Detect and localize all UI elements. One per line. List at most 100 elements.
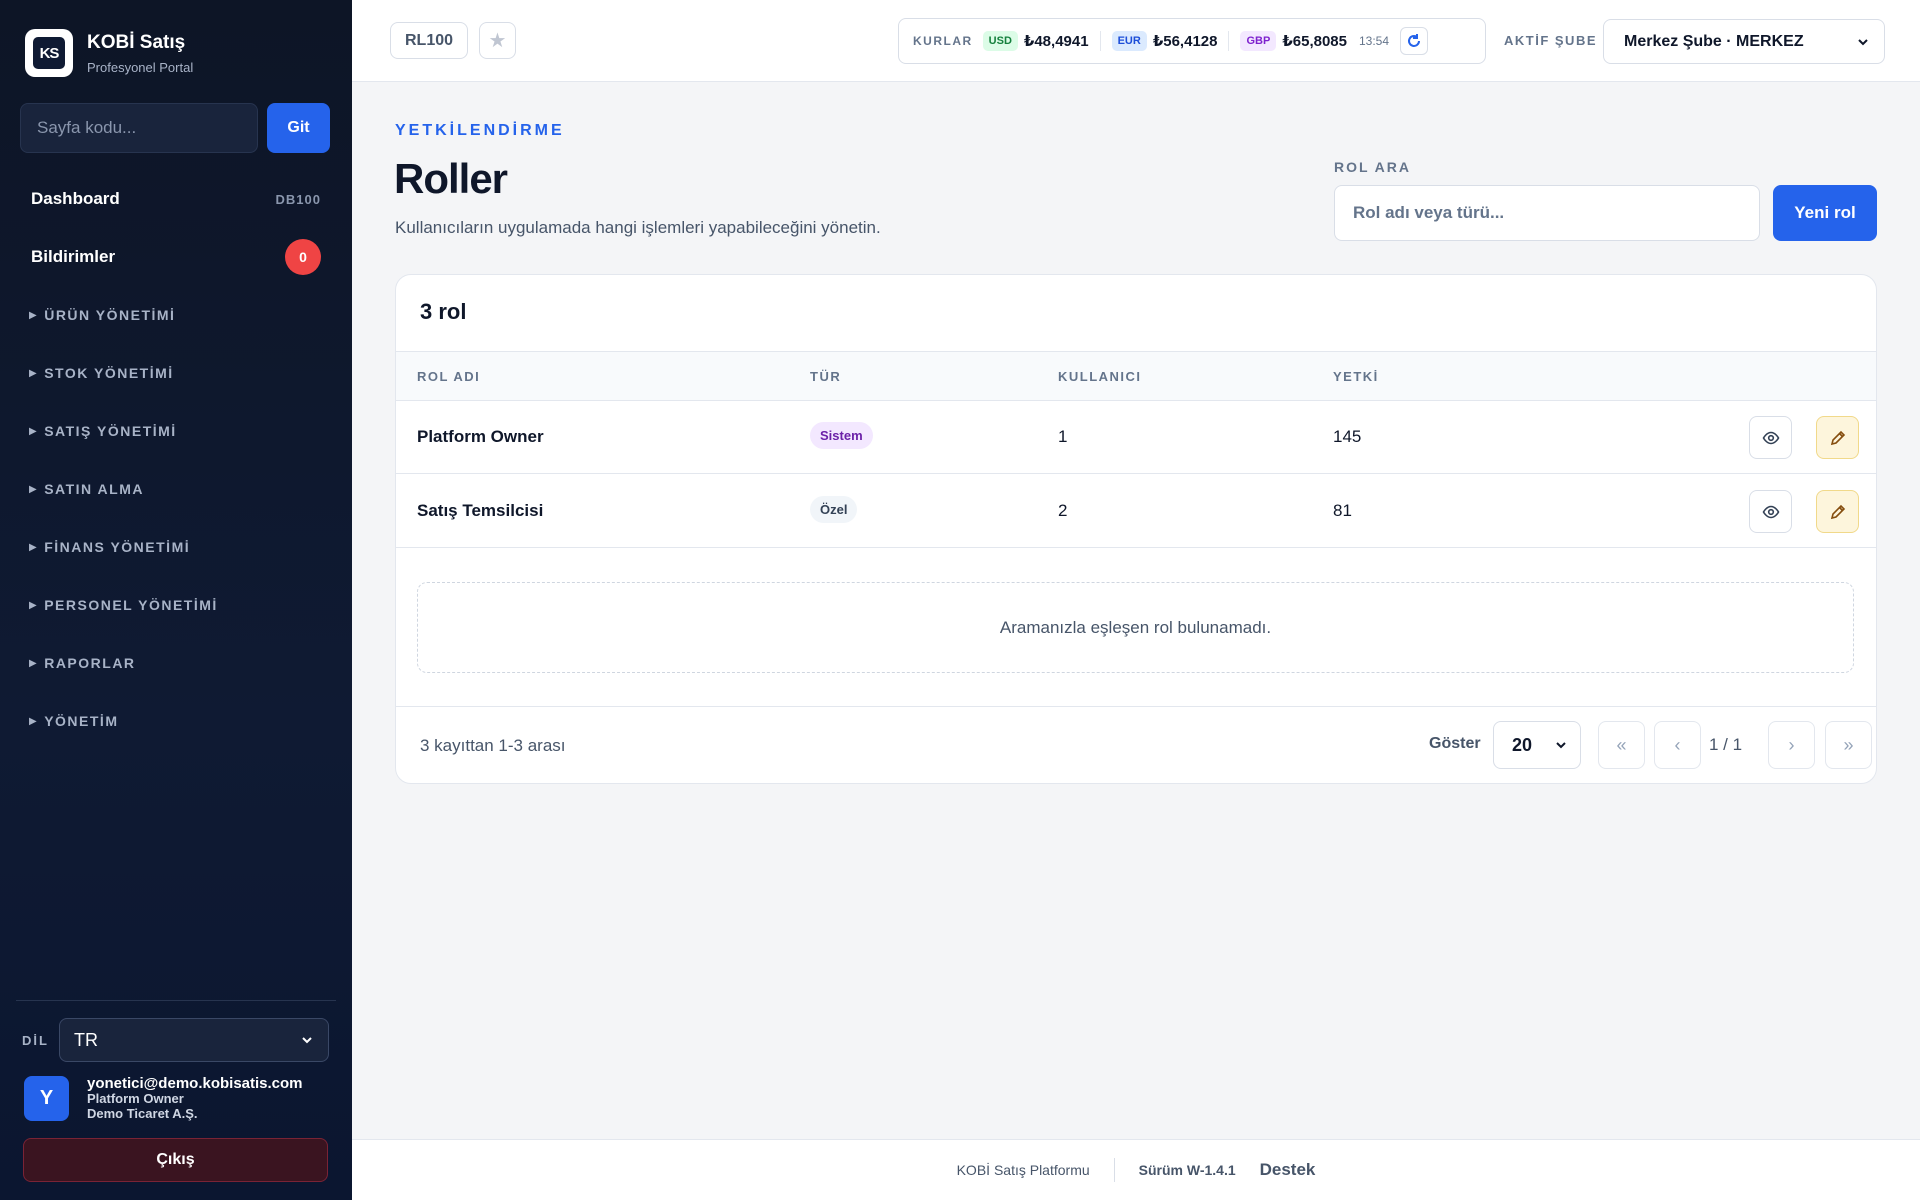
- user-role: Platform Owner: [87, 1091, 184, 1107]
- favorite-star-icon[interactable]: ★: [479, 22, 516, 59]
- sidebar-group-product[interactable]: ▶ ÜRÜN YÖNETİMİ: [16, 286, 336, 344]
- table-footer: 3 kayıttan 1-3 arası Göster 20 « ‹ 1 / 1…: [396, 706, 1876, 783]
- footer-support-link[interactable]: Destek: [1260, 1160, 1316, 1180]
- first-page-button[interactable]: «: [1598, 721, 1645, 769]
- sidebar-group-sales[interactable]: ▶ SATIŞ YÖNETİMİ: [16, 402, 336, 460]
- role-type-badge: Sistem: [810, 422, 873, 449]
- sidebar-nav: Dashboard DB100 Bildirimler 0 ▶ ÜRÜN YÖNE…: [16, 170, 336, 750]
- goto-button[interactable]: Git: [267, 103, 330, 153]
- eye-icon: [1762, 431, 1779, 444]
- record-range: 3 kayıttan 1-3 arası: [420, 736, 566, 755]
- user-company: Demo Ticaret A.Ş.: [87, 1106, 198, 1122]
- page-code-input[interactable]: [20, 103, 258, 153]
- view-button[interactable]: [1749, 490, 1792, 533]
- sidebar-group-label: ÜRÜN YÖNETİMİ: [44, 307, 176, 323]
- column-header-type[interactable]: TÜR: [810, 369, 841, 384]
- role-user-count: 2: [1058, 501, 1068, 520]
- currency-value: ₺48,4941: [1023, 33, 1089, 50]
- rate-usd: USD ₺48,4941: [982, 31, 1089, 51]
- brand-subtitle: Profesyonel Portal: [87, 59, 194, 75]
- role-permission-count: 145: [1333, 427, 1362, 446]
- avatar: Y: [24, 1076, 69, 1122]
- topbar: RL100 ★ KURLAR USD ₺48,4941 EUR ₺56,4128…: [352, 0, 1920, 82]
- user-profile[interactable]: Y yonetici@demo.kobisatis.com Platform O…: [24, 1075, 303, 1122]
- next-page-button[interactable]: ›: [1768, 721, 1815, 769]
- sidebar-group-label: SATIŞ YÖNETİMİ: [44, 423, 177, 439]
- language-select[interactable]: TR: [59, 1018, 329, 1062]
- chevron-right-icon: ›: [1788, 734, 1795, 755]
- rate-gbp: GBP ₺65,8085: [1240, 31, 1347, 51]
- role-permission-count: 81: [1333, 501, 1352, 520]
- sidebar-item-dashboard[interactable]: Dashboard DB100: [16, 170, 336, 228]
- currency-code: GBP: [1240, 31, 1277, 51]
- view-button[interactable]: [1749, 416, 1792, 459]
- sidebar-group-label: STOK YÖNETİMİ: [44, 365, 174, 381]
- footer-divider: [1113, 1158, 1115, 1182]
- role-name: Satış Temsilcisi: [417, 501, 544, 520]
- caret-right-icon: ▶: [29, 599, 39, 611]
- page-code-badge[interactable]: RL100: [390, 22, 469, 59]
- column-header-permissions[interactable]: YETKİ: [1333, 369, 1379, 384]
- caret-right-icon: ▶: [29, 309, 39, 321]
- role-search-label: ROL ARA: [1334, 159, 1411, 175]
- language-value: TR: [74, 1029, 98, 1050]
- caret-right-icon: ▶: [29, 483, 39, 495]
- user-email: yonetici@demo.kobisatis.com: [87, 1075, 303, 1092]
- rate-eur: EUR ₺56,4128: [1111, 31, 1217, 51]
- page-title: Roller: [394, 155, 508, 202]
- page-size-select[interactable]: 20: [1493, 721, 1581, 769]
- role-search-input[interactable]: [1334, 185, 1760, 241]
- brand-logo-mark: KS: [33, 37, 65, 69]
- sidebar-item-label: Dashboard: [31, 189, 120, 208]
- logout-button[interactable]: Çıkış: [23, 1138, 328, 1182]
- chevron-down-icon: [1556, 742, 1566, 749]
- role-user-count: 1: [1058, 427, 1068, 446]
- currency-code: EUR: [1111, 31, 1147, 51]
- notification-count-badge: 0: [285, 239, 321, 275]
- rate-divider: [1099, 31, 1101, 51]
- branch-value: Merkez Şube · MERKEZ: [1624, 32, 1804, 50]
- rates-timestamp: 13:54: [1359, 34, 1390, 48]
- chevron-down-icon: [302, 1037, 312, 1044]
- caret-right-icon: ▶: [29, 657, 39, 669]
- column-header-name[interactable]: ROL ADI: [417, 369, 480, 384]
- sidebar-group-label: FİNANS YÖNETİMİ: [44, 539, 191, 555]
- sidebar-group-personnel[interactable]: ▶ PERSONEL YÖNETİMİ: [16, 576, 336, 634]
- sidebar-group-purchasing[interactable]: ▶ SATIN ALMA: [16, 460, 336, 518]
- last-page-button[interactable]: »: [1825, 721, 1872, 769]
- edit-button[interactable]: [1816, 490, 1859, 533]
- role-name: Platform Owner: [417, 427, 544, 446]
- page-footer: KOBİ Satış Platformu Sürüm W-1.4.1 Deste…: [352, 1139, 1920, 1200]
- language-label: DİL: [22, 1032, 49, 1048]
- brand-name: KOBİ Satış: [87, 31, 186, 53]
- sidebar-group-finance[interactable]: ▶ FİNANS YÖNETİMİ: [16, 518, 336, 576]
- eye-icon: [1762, 505, 1779, 518]
- brand-logo: KS: [25, 29, 73, 77]
- sidebar-group-stock[interactable]: ▶ STOK YÖNETİMİ: [16, 344, 336, 402]
- edit-button[interactable]: [1816, 416, 1859, 459]
- sidebar-group-reports[interactable]: ▶ RAPORLAR: [16, 634, 336, 692]
- double-chevron-right-icon: »: [1843, 734, 1854, 755]
- sidebar-group-admin[interactable]: ▶ YÖNETİM: [16, 692, 336, 750]
- new-role-button[interactable]: Yeni rol: [1773, 185, 1877, 241]
- brand[interactable]: KS KOBİ Satış Profesyonel Portal: [25, 29, 193, 77]
- language-picker: DİL TR: [22, 1018, 329, 1062]
- page-subtitle: Kullanıcıların uygulamada hangi işlemler…: [395, 218, 881, 237]
- table-header: ROL ADI TÜR KULLANICI YETKİ: [396, 351, 1876, 401]
- branch-label: AKTİF ŞUBE: [1504, 33, 1597, 48]
- caret-right-icon: ▶: [29, 541, 39, 553]
- sidebar-group-label: PERSONEL YÖNETİMİ: [44, 597, 218, 613]
- page-indicator: 1 / 1: [1709, 735, 1743, 754]
- sidebar-group-label: RAPORLAR: [44, 655, 136, 671]
- caret-right-icon: ▶: [29, 715, 39, 727]
- role-count: 3 rol: [420, 299, 467, 324]
- double-chevron-left-icon: «: [1616, 734, 1627, 755]
- prev-page-button[interactable]: ‹: [1654, 721, 1701, 769]
- refresh-icon[interactable]: [1400, 27, 1429, 55]
- sidebar-item-notifications[interactable]: Bildirimler 0: [16, 228, 336, 286]
- pencil-icon: [1830, 504, 1845, 519]
- chevron-left-icon: ‹: [1674, 734, 1681, 755]
- branch-select[interactable]: Merkez Şube · MERKEZ: [1603, 19, 1885, 64]
- role-type-badge: Özel: [810, 496, 858, 523]
- column-header-users[interactable]: KULLANICI: [1058, 369, 1142, 384]
